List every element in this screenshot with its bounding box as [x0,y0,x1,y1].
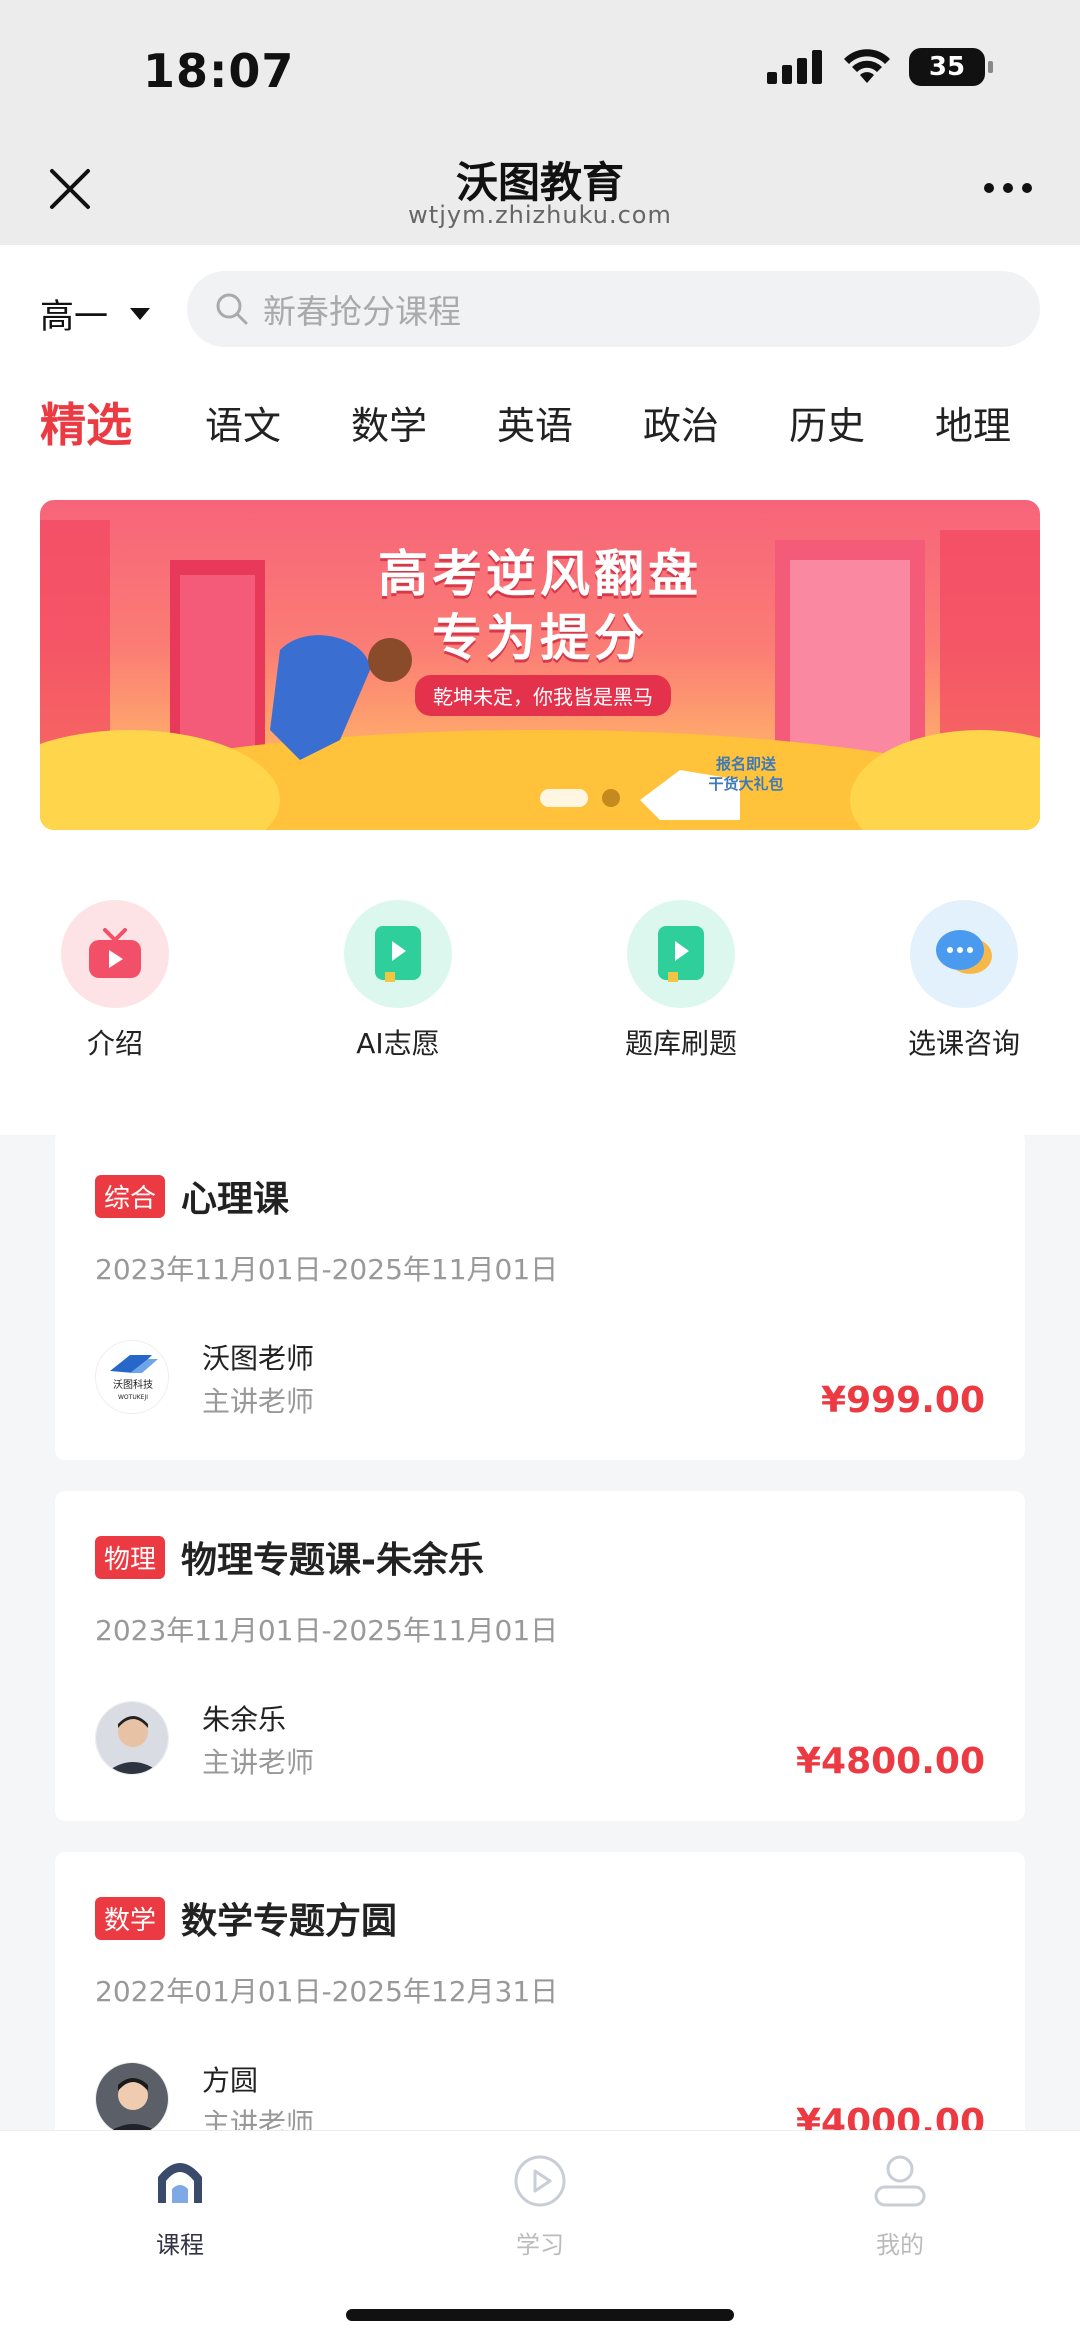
quick-question-bank[interactable]: 题库刷题 [581,900,781,1062]
search-placeholder: 新春抢分课程 [263,292,461,331]
carousel-dots [540,789,620,807]
teacher-name: 朱余乐 [202,1703,287,1736]
status-icons: 35 [767,48,993,86]
tv-icon [61,900,169,1008]
teacher-name: 沃图老师 [202,1342,315,1375]
tab-politics[interactable]: 政治 [643,395,719,450]
tab-geography[interactable]: 地理 [935,395,1011,450]
status-bar: 18:07 35 [0,0,1080,135]
grade-label: 高一 [40,297,108,337]
course-tag: 数学 [95,1896,166,1940]
course-title: 数学专题方圆 [181,1901,398,1942]
caret-down-icon [130,307,150,320]
svg-text:WOTUKEJI: WOTUKEJI [118,1394,148,1401]
battery-icon: 35 [909,48,993,86]
banner-subtitle: 乾坤未定，你我皆是黑马 [415,675,671,716]
course-tag: 物理 [95,1535,166,1579]
company-logo: 沃图科技 WOTUKEJI [110,1355,158,1401]
search-icon [216,293,248,325]
search-bar[interactable]: 新春抢分课程 [187,271,1040,347]
subject-tabs: 精选 语文 数学 英语 政治 历史 地理 [0,395,1080,465]
tab-featured[interactable]: 精选 [40,389,132,455]
teacher-avatar [95,1701,169,1775]
home-indicator [346,2309,734,2321]
course-title: 物理专题课-朱余乐 [181,1540,484,1581]
user-icon [874,2155,926,2207]
course-date: 2022年01月01日-2025年12月31日 [95,1975,559,2008]
play-circle-icon [514,2155,566,2207]
course-price: ¥4800.00 [795,1741,985,1782]
tab-label: 课程 [156,2231,204,2259]
quick-intro[interactable]: 介绍 [15,900,215,1062]
home-icon [158,2163,202,2203]
book-play-icon [627,900,735,1008]
status-time: 18:07 [143,44,295,98]
course-header: 综合 心理课 [95,1170,289,1222]
svg-text:沃图科技: 沃图科技 [113,1378,153,1391]
teacher-role: 主讲老师 [202,1746,315,1779]
course-header: 物理 物理专题课-朱余乐 [95,1531,484,1583]
tab-label: 我的 [876,2231,924,2259]
chat-bubble-icon [910,900,1018,1008]
bottom-tab-bar: 课程 学习 我的 [0,2130,1080,2341]
course-header: 数学 数学专题方圆 [95,1892,397,1944]
course-card[interactable]: 物理 物理专题课-朱余乐 2023年11月01日-2025年11月01日 朱余乐… [55,1491,1025,1821]
course-title: 心理课 [181,1179,290,1220]
wifi-icon [844,49,890,83]
tab-math[interactable]: 数学 [351,395,427,450]
teacher-role: 主讲老师 [202,1385,315,1418]
grade-selector[interactable]: 高一 [40,289,150,338]
banner-title: 高考逆风翻盘 专为提分 [378,545,702,667]
tab-history[interactable]: 历史 [789,395,865,450]
teacher-avatar [95,2062,169,2136]
course-price: ¥999.00 [821,1380,985,1421]
more-icon[interactable] [982,181,1034,195]
battery-level: 35 [928,52,966,82]
banner-gift: 报名即送 干货大礼包 [708,755,784,793]
content-area: 高一 新春抢分课程 精选 语文 数学 英语 政治 历史 地理 高考逆风翻盘 专为… [0,245,1080,1135]
course-date: 2023年11月01日-2025年11月01日 [95,1614,559,1647]
course-card[interactable]: 综合 心理课 2023年11月01日-2025年11月01日 沃图科技 WOTU… [55,1130,1025,1460]
tab-label: 学习 [516,2231,564,2259]
teacher-name: 方圆 [202,2064,259,2097]
page-url: wtjym.zhizhuku.com [408,201,672,229]
tab-mine[interactable]: 我的 [840,2153,960,2260]
quick-course-consult[interactable]: 选课咨询 [864,900,1064,1062]
quick-ai-volunteer[interactable]: AI志愿 [298,900,498,1062]
quick-actions: 介绍 AI志愿 题库刷题 选课咨询 [0,900,1080,1070]
promo-banner[interactable]: 高考逆风翻盘 专为提分 乾坤未定，你我皆是黑马 报名即送 干货大礼包 [40,500,1040,830]
course-date: 2023年11月01日-2025年11月01日 [95,1253,559,1286]
book-play-icon [344,900,452,1008]
course-tag: 综合 [95,1174,166,1218]
tab-english[interactable]: 英语 [497,395,573,450]
tab-chinese[interactable]: 语文 [205,395,281,450]
teacher-avatar: 沃图科技 WOTUKEJI [95,1340,169,1414]
signal-icon [767,50,822,84]
nav-bar: 沃图教育 wtjym.zhizhuku.com [0,135,1080,245]
tab-courses[interactable]: 课程 [120,2153,240,2260]
tab-study[interactable]: 学习 [480,2153,600,2260]
